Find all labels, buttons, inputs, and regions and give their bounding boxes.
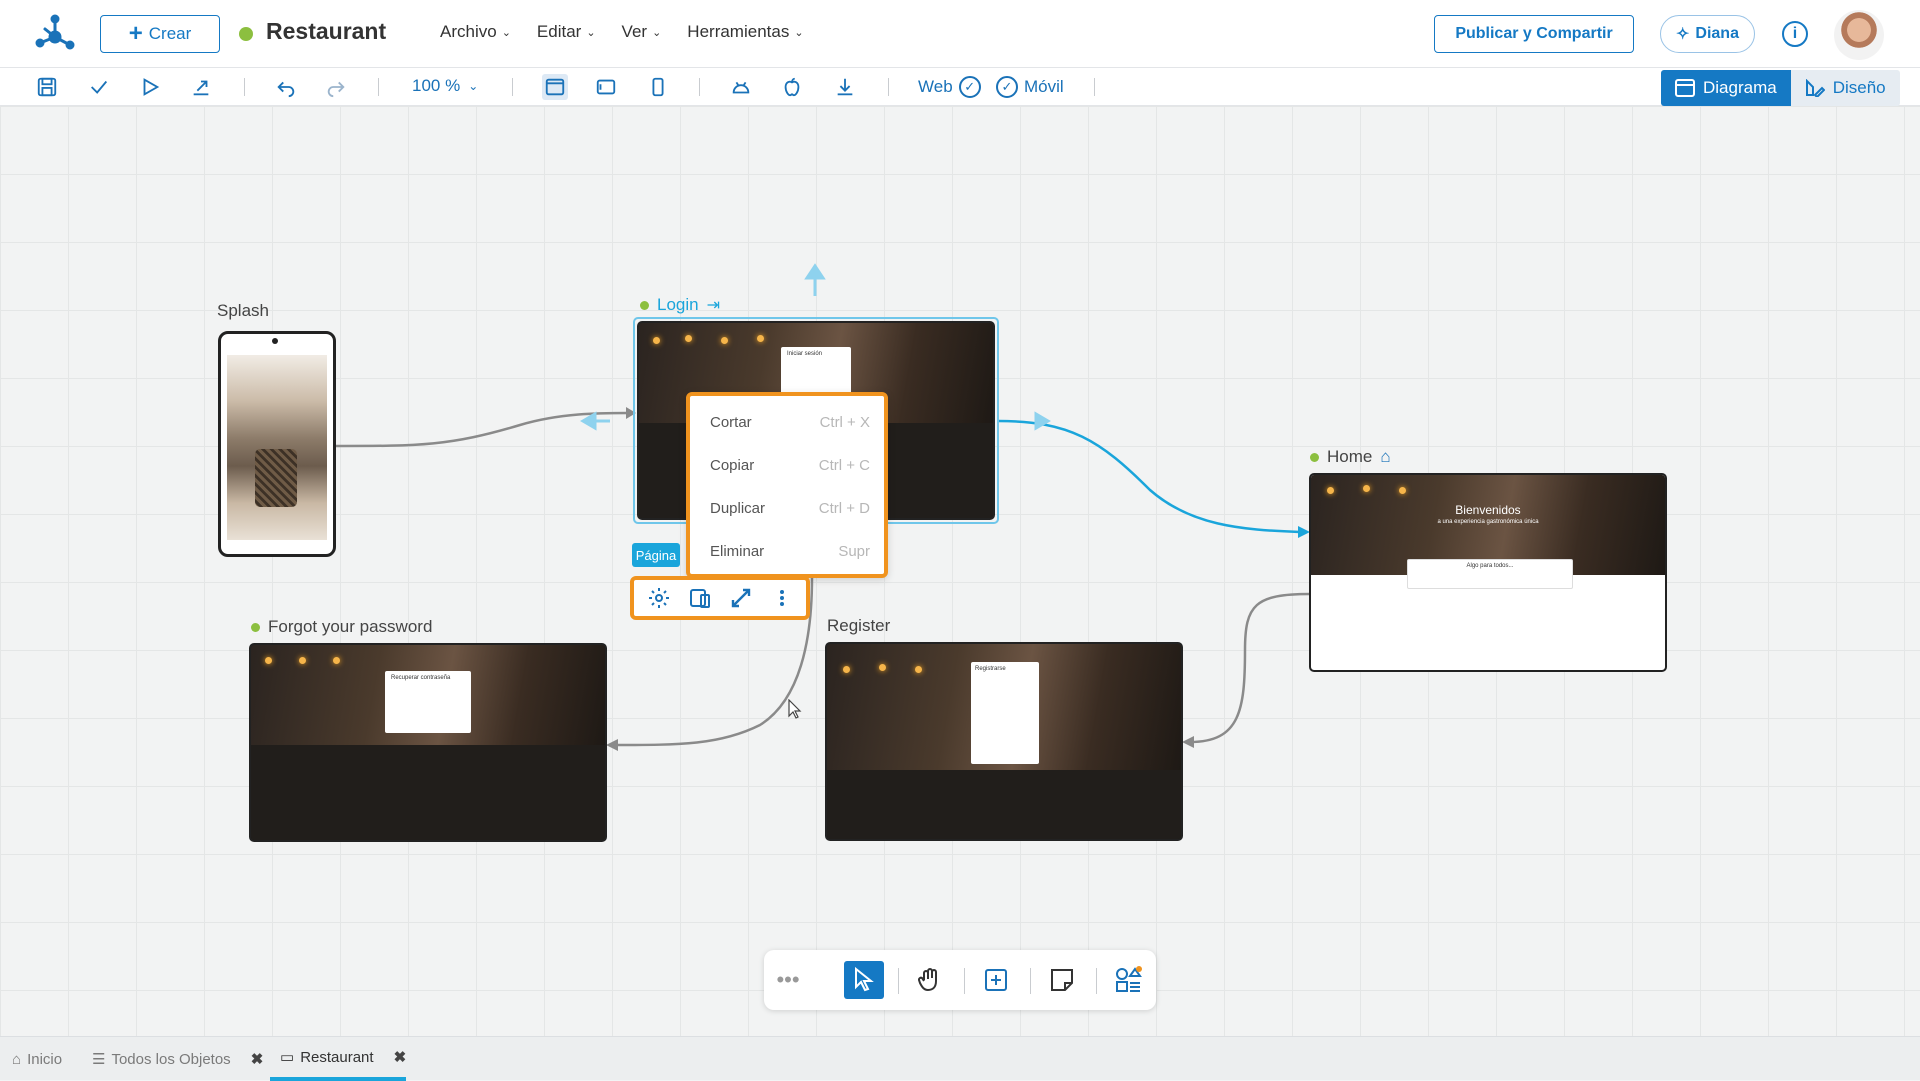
menu-item-eliminar[interactable]: Eliminar Supr <box>710 543 870 560</box>
menu-item-cortar[interactable]: Cortar Ctrl + X <box>710 414 870 431</box>
login-card: Iniciar sesión <box>781 347 851 397</box>
palette-divider <box>898 968 899 994</box>
add-page-tool-icon[interactable] <box>976 961 1016 999</box>
close-icon[interactable]: ✖ <box>394 1048 407 1066</box>
camera-notch <box>272 338 278 344</box>
components-tool-icon[interactable] <box>1108 961 1148 999</box>
page-label-register[interactable]: Register <box>827 616 890 636</box>
close-icon[interactable]: ✖ <box>251 1050 264 1068</box>
device-preview-icon[interactable] <box>685 583 715 613</box>
palette-divider <box>1030 968 1031 994</box>
expand-icon[interactable] <box>726 583 756 613</box>
more-horizontal-icon[interactable]: ••• <box>768 961 808 999</box>
register-card: Registrarse <box>971 662 1039 764</box>
connector-home-register[interactable] <box>1189 592 1311 744</box>
sticky-note-tool-icon[interactable] <box>1042 961 1082 999</box>
home-icon: ⌂ <box>1380 447 1391 466</box>
node-toolbar <box>630 576 810 620</box>
palette-divider <box>1096 968 1097 994</box>
arrow-head <box>1182 736 1194 748</box>
menu-item-duplicar[interactable]: Duplicar Ctrl + D <box>710 500 870 517</box>
document-tabs: ⌂ Inicio ☰ Todos los Objetos ✖ ▭ Restaurant ✖ <box>0 1036 1920 1081</box>
menu-item-copiar[interactable]: Copiar Ctrl + C <box>710 457 870 474</box>
arrow-head <box>606 739 618 751</box>
status-dot <box>251 622 260 632</box>
more-vertical-icon[interactable] <box>767 583 797 613</box>
tool-palette: ••• <box>764 950 1156 1010</box>
page-thumb-home[interactable]: Bienvenidos a una experiencia gastronómi… <box>1309 473 1667 672</box>
palette-divider <box>964 968 965 994</box>
page-footer <box>251 745 605 840</box>
context-menu: Cortar Ctrl + X Copiar Ctrl + C Duplicar Ct… <box>686 392 888 578</box>
tab-restaurant[interactable]: ▭ Restaurant ✖ <box>270 1037 406 1081</box>
login-icon: ⇥ <box>706 297 721 314</box>
page-thumb-register[interactable]: Registrarse <box>825 642 1183 841</box>
hand-pan-tool-icon[interactable] <box>910 961 950 999</box>
page-label-splash[interactable]: Splash <box>217 301 269 321</box>
mouse-cursor-icon <box>788 699 802 719</box>
settings-gear-icon[interactable] <box>644 583 674 613</box>
page-label-home[interactable]: Home ⌂ <box>1310 447 1391 467</box>
home-intro-card: Algo para todos... <box>1407 559 1573 589</box>
connector-login-home[interactable] <box>997 419 1301 534</box>
page-label-login[interactable]: Login ⇥ <box>640 295 720 315</box>
selection-type-tag: Página <box>632 543 680 567</box>
home-hero-subtitle: a una experiencia gastronómica única <box>1437 519 1539 525</box>
login-card-title: Iniciar sesión <box>787 351 823 357</box>
home-hero-title: Bienvenidos <box>1455 503 1521 517</box>
splash-image <box>227 355 327 540</box>
status-dot <box>1310 452 1319 462</box>
connector-splash-login[interactable] <box>335 411 629 448</box>
list-icon: ☰ <box>92 1051 106 1068</box>
pointer-tool-icon[interactable] <box>844 961 884 999</box>
page-footer <box>827 770 1181 839</box>
basket-image <box>255 449 297 507</box>
home-icon: ⌂ <box>12 1050 22 1068</box>
page-label-forgot[interactable]: Forgot your password <box>251 617 432 637</box>
page-thumb-forgot[interactable]: Recuperar contraseña <box>249 643 607 842</box>
status-dot <box>640 300 649 310</box>
folder-icon: ▭ <box>280 1049 295 1066</box>
page-thumb-splash[interactable] <box>218 331 336 557</box>
tab-inicio[interactable]: ⌂ Inicio <box>12 1037 62 1081</box>
tab-todos-los-objetos[interactable]: ☰ Todos los Objetos ✖ <box>92 1037 263 1081</box>
forgot-card: Recuperar contraseña <box>385 671 471 733</box>
